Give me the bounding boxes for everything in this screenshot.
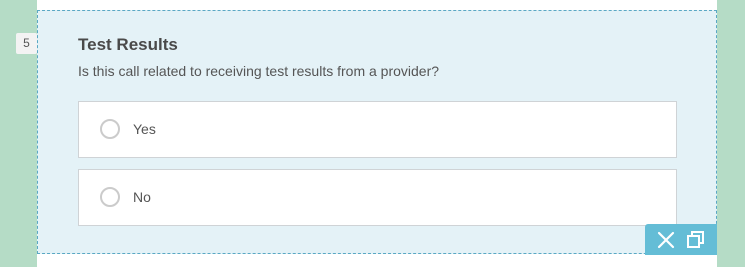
question-card[interactable]: Test Results Is this call related to rec… [37, 10, 717, 254]
radio-button-icon[interactable] [100, 187, 120, 207]
choice-no[interactable]: No [78, 169, 677, 226]
question-description: Is this call related to receiving test r… [78, 63, 440, 79]
duplicate-icon[interactable] [684, 228, 708, 252]
radio-button-icon[interactable] [100, 119, 120, 139]
choice-label: Yes [133, 121, 156, 137]
question-title: Test Results [78, 35, 178, 54]
question-toolbar [645, 224, 717, 255]
choice-label: No [133, 189, 151, 205]
choice-yes[interactable]: Yes [78, 101, 677, 158]
close-icon[interactable] [654, 228, 678, 252]
question-number-badge: 5 [16, 33, 37, 54]
